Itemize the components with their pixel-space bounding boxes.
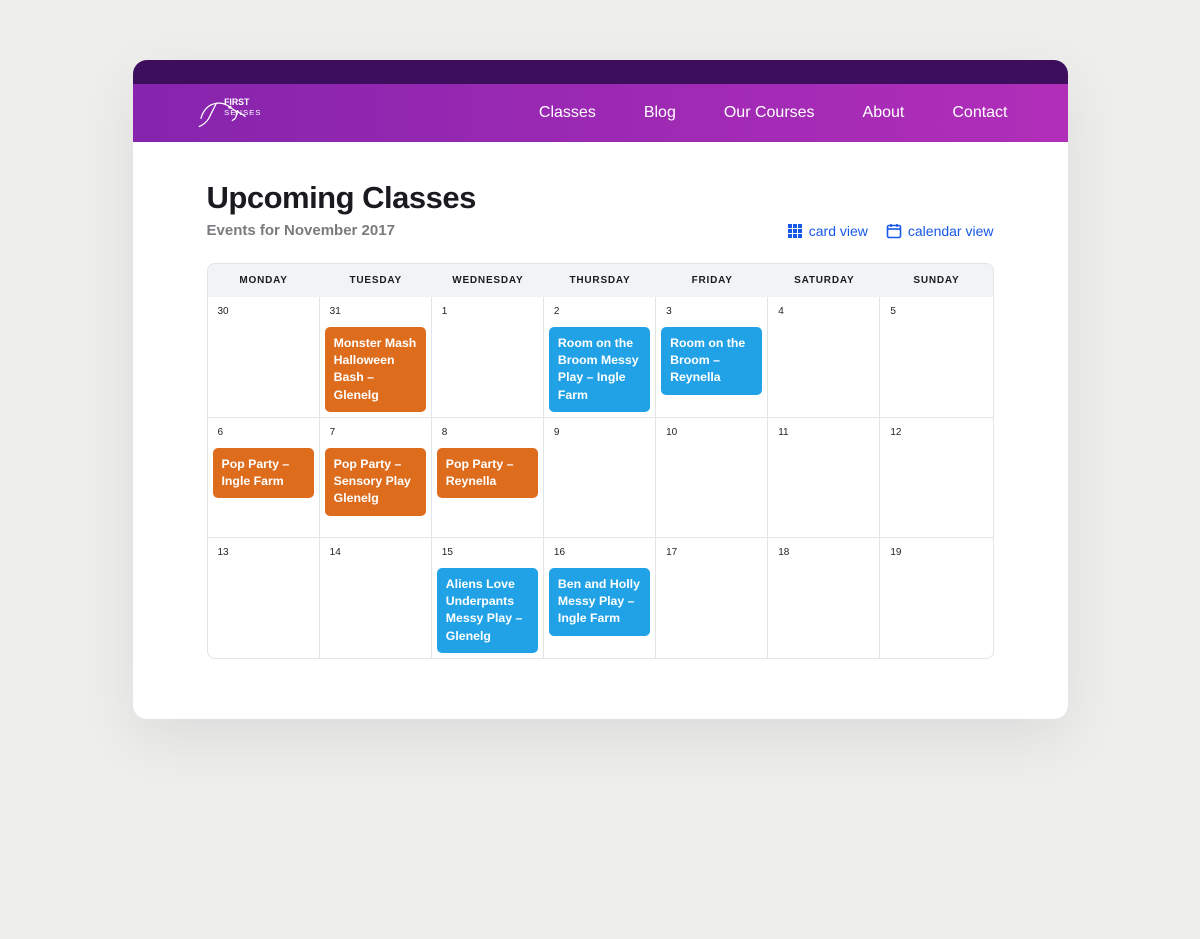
nav-link-classes[interactable]: Classes: [539, 104, 596, 122]
calendar-event[interactable]: Pop Party – Reynella: [437, 448, 538, 498]
day-number: 19: [885, 543, 987, 562]
calendar-view-toggle[interactable]: calendar view: [886, 223, 994, 239]
card-view-label: card view: [809, 223, 868, 239]
subtitle-row: Events for November 2017 card view: [207, 222, 994, 239]
calendar-cell[interactable]: 15 Aliens Love Underpants Messy Play – Gl…: [432, 537, 544, 658]
calendar-cell[interactable]: 6 Pop Party – Ingle Farm: [208, 417, 320, 537]
day-number: 12: [885, 423, 987, 442]
calendar-cell[interactable]: 18: [768, 537, 880, 658]
calendar-event[interactable]: Monster Mash Halloween Bash – Glenelg: [325, 327, 426, 412]
day-number: 2: [549, 302, 650, 321]
day-header-sat: SATURDAY: [768, 264, 880, 297]
calendar-cell[interactable]: 30: [208, 297, 320, 417]
main-content: Upcoming Classes Events for November 201…: [133, 142, 1068, 719]
day-number: 8: [437, 423, 538, 442]
day-header-sun: SUNDAY: [880, 264, 992, 297]
day-header-tue: TUESDAY: [320, 264, 432, 297]
nav-link-contact[interactable]: Contact: [952, 104, 1007, 122]
calendar-event[interactable]: Aliens Love Underpants Messy Play – Glen…: [437, 568, 538, 653]
day-number: 14: [325, 543, 426, 562]
window-top-bar: [133, 60, 1068, 84]
day-number: 17: [661, 543, 762, 562]
day-header-wed: WEDNESDAY: [432, 264, 544, 297]
brand-logo[interactable]: FIRST SENSES: [193, 91, 261, 135]
day-number: 30: [213, 302, 314, 321]
nav-link-about[interactable]: About: [863, 104, 905, 122]
day-number: 6: [213, 423, 314, 442]
calendar-cell[interactable]: 12: [880, 417, 992, 537]
day-number: 15: [437, 543, 538, 562]
calendar-cell[interactable]: 13: [208, 537, 320, 658]
day-number: 11: [773, 423, 874, 442]
svg-text:SENSES: SENSES: [224, 108, 261, 117]
calendar-grid: MONDAY TUESDAY WEDNESDAY THURSDAY FRIDAY…: [207, 263, 994, 659]
day-number: 18: [773, 543, 874, 562]
app-window: FIRST SENSES Classes Blog Our Courses Ab…: [133, 60, 1068, 719]
calendar-cell[interactable]: 14: [320, 537, 432, 658]
calendar-header-row: MONDAY TUESDAY WEDNESDAY THURSDAY FRIDAY…: [208, 264, 993, 297]
calendar-cell[interactable]: 1: [432, 297, 544, 417]
grid-icon: [787, 223, 803, 239]
svg-text:FIRST: FIRST: [224, 97, 250, 107]
calendar-cell[interactable]: 5: [880, 297, 992, 417]
day-number: 4: [773, 302, 874, 321]
day-header-mon: MONDAY: [208, 264, 320, 297]
calendar-cell[interactable]: 4: [768, 297, 880, 417]
day-number: 7: [325, 423, 426, 442]
day-number: 13: [213, 543, 314, 562]
calendar-event[interactable]: Pop Party – Ingle Farm: [213, 448, 314, 498]
nav-link-courses[interactable]: Our Courses: [724, 104, 815, 122]
calendar-cell[interactable]: 7 Pop Party – Sensory Play Glenelg: [320, 417, 432, 537]
day-header-thu: THURSDAY: [544, 264, 656, 297]
calendar-view-label: calendar view: [908, 223, 994, 239]
calendar-cell[interactable]: 19: [880, 537, 992, 658]
calendar-event[interactable]: Pop Party – Sensory Play Glenelg: [325, 448, 426, 516]
calendar-cell[interactable]: 16 Ben and Holly Messy Play – Ingle Farm: [544, 537, 656, 658]
calendar-cell[interactable]: 3 Room on the Broom – Reynella: [656, 297, 768, 417]
calendar-event[interactable]: Room on the Broom Messy Play – Ingle Far…: [549, 327, 650, 412]
calendar-body: 3031Monster Mash Halloween Bash – Glenel…: [208, 297, 993, 658]
day-number: 31: [325, 302, 426, 321]
calendar-cell[interactable]: 10: [656, 417, 768, 537]
day-number: 9: [549, 423, 650, 442]
card-view-toggle[interactable]: card view: [787, 223, 868, 239]
page-title: Upcoming Classes: [207, 180, 994, 216]
view-toggles: card view calendar view: [787, 223, 994, 239]
nav-link-blog[interactable]: Blog: [644, 104, 676, 122]
calendar-cell[interactable]: 8 Pop Party – Reynella: [432, 417, 544, 537]
calendar-icon: [886, 223, 902, 239]
calendar-event[interactable]: Room on the Broom – Reynella: [661, 327, 762, 395]
calendar-cell[interactable]: 9: [544, 417, 656, 537]
nav-links: Classes Blog Our Courses About Contact: [539, 104, 1008, 122]
calendar-cell[interactable]: 17: [656, 537, 768, 658]
day-number: 1: [437, 302, 538, 321]
day-number: 3: [661, 302, 762, 321]
day-number: 16: [549, 543, 650, 562]
day-number: 10: [661, 423, 762, 442]
calendar-cell[interactable]: 31 Monster Mash Halloween Bash – Glenelg: [320, 297, 432, 417]
day-number: 5: [885, 302, 987, 321]
events-subtitle: Events for November 2017: [207, 222, 395, 239]
day-header-fri: FRIDAY: [656, 264, 768, 297]
main-nav: FIRST SENSES Classes Blog Our Courses Ab…: [133, 84, 1068, 142]
calendar-cell[interactable]: 11: [768, 417, 880, 537]
bird-logo-icon: FIRST SENSES: [193, 91, 261, 135]
calendar-cell[interactable]: 2 Room on the Broom Messy Play – Ingle Fa…: [544, 297, 656, 417]
calendar-event[interactable]: Ben and Holly Messy Play – Ingle Farm: [549, 568, 650, 636]
